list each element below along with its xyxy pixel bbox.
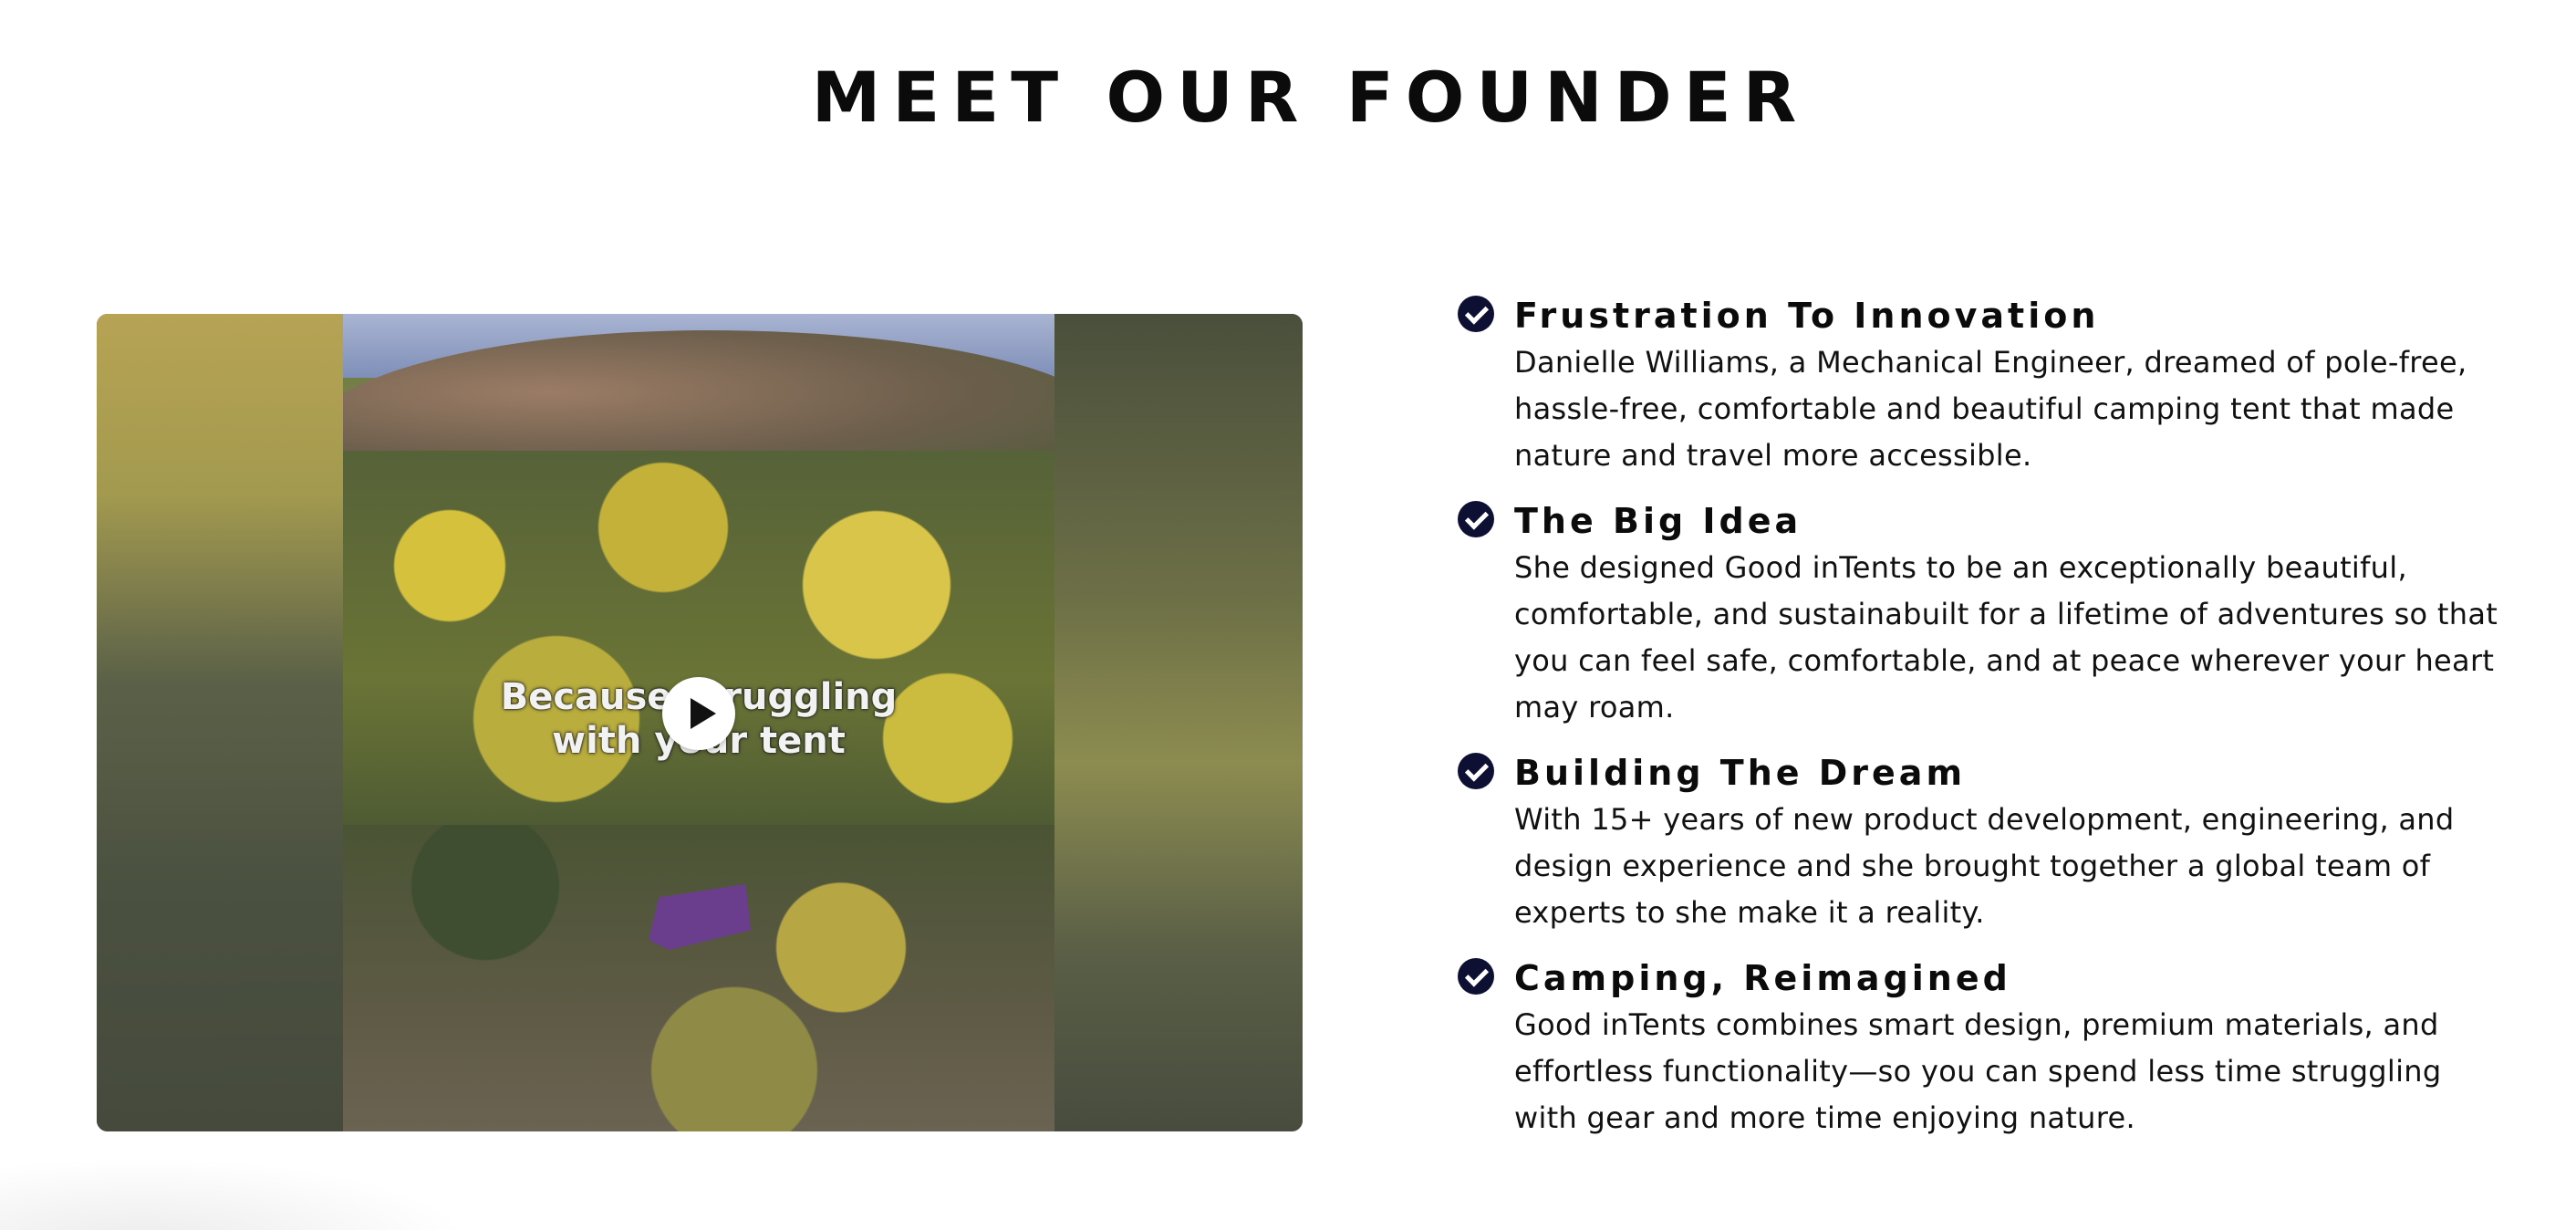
check-circle-icon: [1458, 958, 1494, 995]
feature-title: Camping, Reimagined: [1514, 958, 2011, 998]
feature-title: Building The Dream: [1514, 753, 1967, 793]
play-button[interactable]: [662, 677, 735, 750]
feature-text: Good inTents combines smart design, prem…: [1514, 1007, 2442, 1135]
video-blur-right: [1054, 314, 1303, 1131]
check-circle-icon: [1458, 501, 1494, 537]
video-frame[interactable]: Because struggling with your tent: [343, 314, 1054, 1131]
feature-title: The Big Idea: [1514, 501, 1802, 541]
feature-list: Frustration To Innovation Danielle Willi…: [1458, 292, 2507, 1141]
video-blur-left: [97, 314, 343, 1131]
feature-text: With 15+ years of new product developmen…: [1514, 802, 2455, 930]
check-circle-icon: [1458, 296, 1494, 332]
page-title: MEET OUR FOUNDER: [811, 57, 1809, 138]
bottom-shadow: [0, 1157, 474, 1230]
video-forest-lower: [343, 825, 1054, 1131]
page: MEET OUR FOUNDER Because struggling with…: [0, 0, 2576, 1230]
feature-title: Frustration To Innovation: [1514, 296, 2100, 336]
play-icon: [691, 698, 716, 729]
video-forest-upper: [343, 451, 1054, 834]
feature-item: Building The Dream With 15+ years of new…: [1458, 749, 2507, 936]
feature-text: She designed Good inTents to be an excep…: [1514, 550, 2498, 724]
feature-text: Danielle Williams, a Mechanical Engineer…: [1514, 345, 2467, 473]
founder-video[interactable]: Because struggling with your tent: [97, 314, 1303, 1131]
feature-item: Frustration To Innovation Danielle Willi…: [1458, 292, 2507, 479]
check-circle-icon: [1458, 753, 1494, 789]
feature-item: The Big Idea She designed Good inTents t…: [1458, 497, 2507, 731]
feature-item: Camping, Reimagined Good inTents combine…: [1458, 954, 2507, 1141]
